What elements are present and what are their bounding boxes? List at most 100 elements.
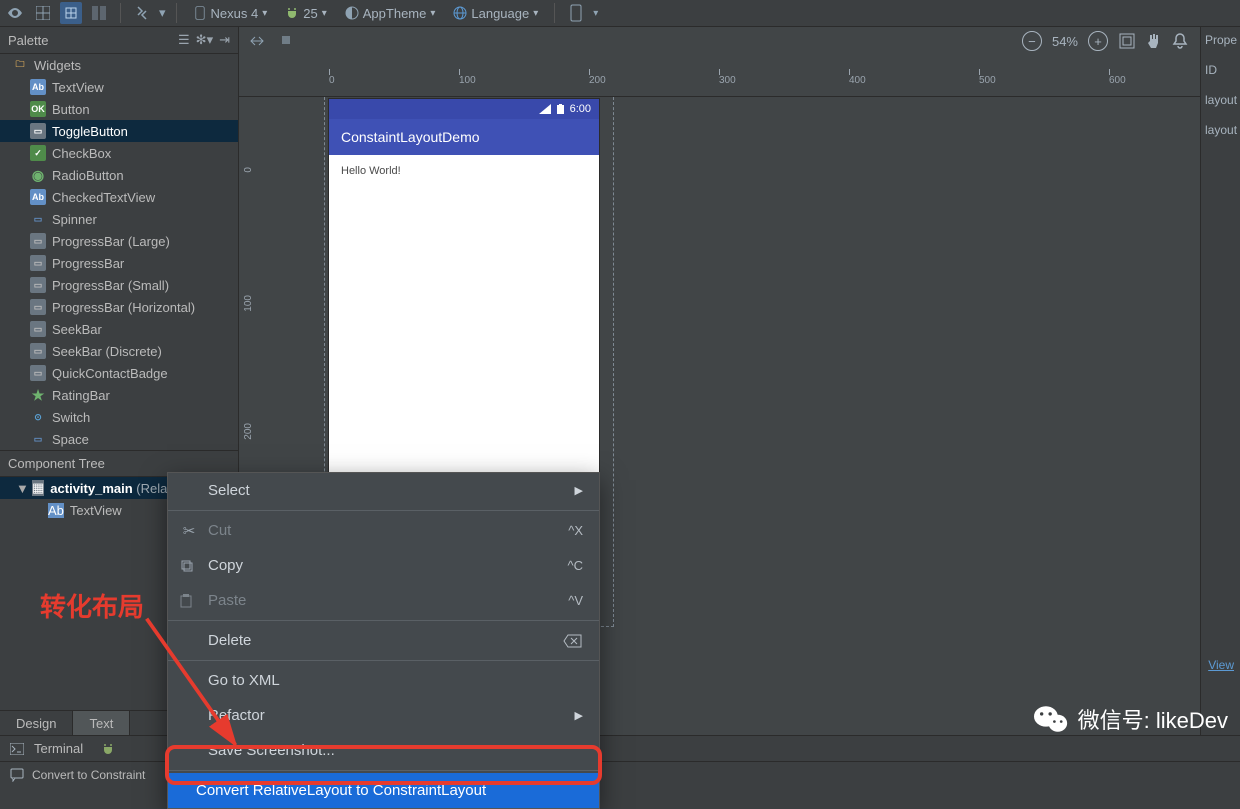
palette-item[interactable]: ▭ProgressBar (Small) bbox=[0, 274, 238, 296]
palette-header: Palette ☰ ✻▾ ⇥ bbox=[0, 27, 238, 54]
canvas-toolbar: − 54% + 0100200300400500600 bbox=[239, 27, 1200, 97]
bell-icon[interactable] bbox=[1172, 32, 1188, 50]
properties-title: Prope bbox=[1205, 33, 1236, 47]
palette-item[interactable]: ◉RadioButton bbox=[0, 164, 238, 186]
collapse-icon[interactable]: ⇥ bbox=[219, 32, 230, 48]
language-selector[interactable]: Language ▾ bbox=[447, 6, 544, 21]
app-title: ConstaintLayoutDemo bbox=[341, 129, 480, 145]
widget-icon: OK bbox=[30, 101, 46, 117]
device-selector[interactable]: Nexus 4 ▾ bbox=[187, 6, 274, 21]
theme-selector[interactable]: AppTheme ▾ bbox=[339, 6, 442, 21]
palette-item[interactable]: ▭ToggleButton bbox=[0, 120, 238, 142]
properties-panel: Prope ID layout layout View bbox=[1200, 27, 1240, 735]
layers-icon[interactable] bbox=[32, 2, 54, 24]
design-surface-icon[interactable] bbox=[88, 2, 110, 24]
widget-icon: ⊙ bbox=[30, 409, 46, 425]
horizontal-ruler: 0100200300400500600 bbox=[269, 66, 1200, 96]
folder-icon: 🗀 bbox=[12, 57, 28, 73]
blueprint-icon[interactable] bbox=[60, 2, 82, 24]
zoom-out-button[interactable]: − bbox=[1022, 31, 1042, 51]
status-text: Convert to Constraint bbox=[32, 768, 145, 782]
tab-text[interactable]: Text bbox=[73, 711, 130, 735]
widget-icon: ★ bbox=[30, 387, 46, 403]
palette-item[interactable]: ▭QuickContactBadge bbox=[0, 362, 238, 384]
wifi-icon bbox=[539, 104, 551, 114]
palette-item[interactable]: ▭ProgressBar (Large) bbox=[0, 230, 238, 252]
component-tree-title: Component Tree bbox=[8, 456, 105, 471]
eye-icon[interactable] bbox=[4, 2, 26, 24]
widget-icon: ✓ bbox=[30, 145, 46, 161]
watermark-text: 微信号: likeDev bbox=[1078, 703, 1228, 735]
widget-icon: ▭ bbox=[30, 343, 46, 359]
palette-item[interactable]: OKButton bbox=[0, 98, 238, 120]
palette-item[interactable]: ▭ProgressBar (Horizontal) bbox=[0, 296, 238, 318]
android-icon[interactable] bbox=[101, 742, 115, 756]
api-label: 25 bbox=[303, 6, 317, 21]
ctx-copy[interactable]: Copy ^C bbox=[168, 548, 599, 583]
palette-item[interactable]: ★RatingBar bbox=[0, 384, 238, 406]
widget-icon: ▭ bbox=[30, 123, 46, 139]
textview-icon: Ab bbox=[48, 503, 64, 518]
view-all-link[interactable]: View bbox=[1208, 658, 1234, 672]
palette-root[interactable]: 🗀Widgets bbox=[0, 54, 238, 76]
widget-icon: ▭ bbox=[30, 211, 46, 227]
device-variant-icon[interactable] bbox=[565, 2, 587, 24]
app-bar: ConstaintLayoutDemo bbox=[329, 119, 599, 155]
menu-icon[interactable]: ☰ bbox=[178, 32, 190, 48]
expand-icon[interactable] bbox=[249, 33, 265, 49]
watermark: 微信号: likeDev bbox=[1034, 703, 1228, 735]
center-icon[interactable] bbox=[279, 33, 293, 49]
ctx-refactor[interactable]: Refactor ▶ bbox=[168, 698, 599, 733]
widget-icon: ▭ bbox=[30, 255, 46, 271]
device-screen[interactable]: 6:00 ConstaintLayoutDemo Hello World! bbox=[329, 99, 599, 529]
chevron-right-icon: ▶ bbox=[575, 484, 583, 497]
hello-text: Hello World! bbox=[341, 165, 401, 177]
cut-icon: ✂ bbox=[180, 522, 198, 540]
widget-icon: ◉ bbox=[30, 167, 46, 183]
zoom-in-button[interactable]: + bbox=[1088, 31, 1108, 51]
palette-item[interactable]: ⊙Switch bbox=[0, 406, 238, 428]
palette-item[interactable]: ✓CheckBox bbox=[0, 142, 238, 164]
palette-item[interactable]: ▭Spinner bbox=[0, 208, 238, 230]
copy-icon bbox=[180, 559, 198, 573]
palette-tree[interactable]: 🗀WidgetsAbTextViewOKButton▭ToggleButton✓… bbox=[0, 54, 238, 450]
status-time: 6:00 bbox=[570, 103, 591, 115]
zoom-level: 54% bbox=[1052, 34, 1078, 49]
ctx-delete[interactable]: Delete bbox=[168, 623, 599, 658]
ctx-convert-layout[interactable]: Convert RelativeLayout to ConstraintLayo… bbox=[168, 773, 599, 808]
widget-icon: ▭ bbox=[30, 365, 46, 381]
widget-icon: ▭ bbox=[30, 277, 46, 293]
theme-label: AppTheme bbox=[363, 6, 427, 21]
widget-icon: ▭ bbox=[30, 299, 46, 315]
palette-item[interactable]: ▭ProgressBar bbox=[0, 252, 238, 274]
ctx-goto-xml[interactable]: Go to XML bbox=[168, 663, 599, 698]
widget-icon: Ab bbox=[30, 79, 46, 95]
gear-icon[interactable]: ✻▾ bbox=[196, 32, 213, 48]
device-label: Nexus 4 bbox=[211, 6, 259, 21]
orientation-icon[interactable] bbox=[131, 2, 153, 24]
terminal-label[interactable]: Terminal bbox=[34, 741, 83, 756]
palette-item[interactable]: AbTextView bbox=[0, 76, 238, 98]
layout-icon: ▦ bbox=[32, 480, 44, 496]
widget-icon: ▭ bbox=[30, 431, 46, 447]
prop-row: layout bbox=[1205, 123, 1236, 137]
ctx-select[interactable]: Select ▶ bbox=[168, 473, 599, 508]
tab-design[interactable]: Design bbox=[0, 711, 73, 735]
palette-item[interactable]: ▭SeekBar (Discrete) bbox=[0, 340, 238, 362]
widget-icon: ▭ bbox=[30, 321, 46, 337]
palette-item[interactable]: AbCheckedTextView bbox=[0, 186, 238, 208]
prop-id-label: ID bbox=[1205, 63, 1236, 77]
pan-icon[interactable] bbox=[1146, 32, 1162, 50]
ctx-paste: Paste ^V bbox=[168, 583, 599, 618]
wechat-icon bbox=[1034, 704, 1068, 734]
api-selector[interactable]: 25 ▾ bbox=[279, 6, 333, 21]
delete-key-icon bbox=[563, 634, 583, 648]
comment-icon bbox=[10, 768, 24, 782]
caret-down-icon: ▼ bbox=[16, 481, 26, 496]
palette-item[interactable]: ▭Space bbox=[0, 428, 238, 450]
palette-item[interactable]: ▭SeekBar bbox=[0, 318, 238, 340]
ctx-save-screenshot[interactable]: Save Screenshot... bbox=[168, 733, 599, 768]
fit-screen-icon[interactable] bbox=[1118, 32, 1136, 50]
widget-icon: ▭ bbox=[30, 233, 46, 249]
terminal-icon[interactable] bbox=[10, 743, 24, 755]
